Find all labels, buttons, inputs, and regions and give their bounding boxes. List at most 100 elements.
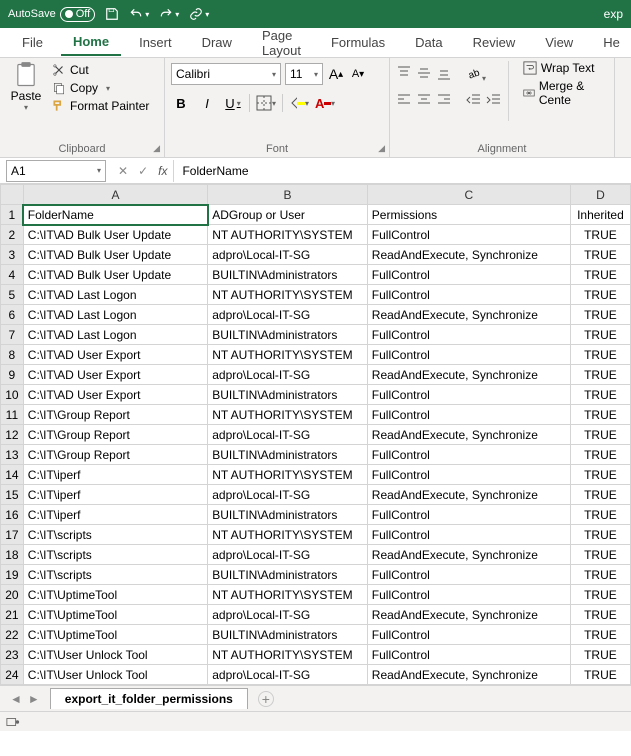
decrease-indent-button[interactable] <box>466 92 482 111</box>
italic-button[interactable]: I <box>197 93 217 113</box>
row-header[interactable]: 2 <box>1 225 24 245</box>
row-header[interactable]: 6 <box>1 305 24 325</box>
cell[interactable]: adpro\Local-IT-SG <box>208 605 368 625</box>
cell[interactable]: C:\IT\User Unlock Tool <box>23 665 207 685</box>
cell[interactable]: TRUE <box>570 445 630 465</box>
cell[interactable]: NT AUTHORITY\SYSTEM <box>208 345 368 365</box>
menu-page-layout[interactable]: Page Layout <box>250 23 313 63</box>
cell[interactable]: C:\IT\AD User Export <box>23 345 207 365</box>
paste-button[interactable]: Paste ▾ <box>6 61 46 113</box>
decrease-font-button[interactable]: A▾ <box>349 64 367 84</box>
cell[interactable]: adpro\Local-IT-SG <box>208 305 368 325</box>
cell[interactable]: FullControl <box>367 505 570 525</box>
cell[interactable]: TRUE <box>570 385 630 405</box>
cell[interactable]: TRUE <box>570 325 630 345</box>
align-bottom-button[interactable] <box>436 65 452 84</box>
menu-formulas[interactable]: Formulas <box>319 30 397 55</box>
cell[interactable]: C:\IT\AD User Export <box>23 365 207 385</box>
row-header[interactable]: 21 <box>1 605 24 625</box>
menu-insert[interactable]: Insert <box>127 30 184 55</box>
row-header[interactable]: 17 <box>1 525 24 545</box>
cell[interactable]: BUILTIN\Administrators <box>208 505 368 525</box>
cancel-formula-icon[interactable]: ✕ <box>118 164 128 178</box>
cell[interactable]: Inherited <box>570 205 630 225</box>
cell[interactable]: TRUE <box>570 585 630 605</box>
cell[interactable]: TRUE <box>570 665 630 685</box>
cell[interactable]: TRUE <box>570 625 630 645</box>
cell[interactable]: C:\IT\UptimeTool <box>23 605 207 625</box>
cell[interactable]: ReadAndExecute, Synchronize <box>367 365 570 385</box>
enter-formula-icon[interactable]: ✓ <box>138 164 148 178</box>
row-header[interactable]: 20 <box>1 585 24 605</box>
align-left-button[interactable] <box>396 92 412 111</box>
format-painter-button[interactable]: Format Painter <box>52 99 149 113</box>
cell[interactable]: TRUE <box>570 365 630 385</box>
col-header-D[interactable]: D <box>570 185 630 205</box>
cell[interactable]: C:\IT\User Unlock Tool <box>23 645 207 665</box>
cell[interactable]: NT AUTHORITY\SYSTEM <box>208 465 368 485</box>
row-header[interactable]: 22 <box>1 625 24 645</box>
cell[interactable]: BUILTIN\Administrators <box>208 625 368 645</box>
cell[interactable]: C:\IT\iperf <box>23 505 207 525</box>
row-header[interactable]: 10 <box>1 385 24 405</box>
fx-icon[interactable]: fx <box>158 164 167 178</box>
cell[interactable]: C:\IT\Group Report <box>23 425 207 445</box>
menu-data[interactable]: Data <box>403 30 454 55</box>
cell[interactable]: ReadAndExecute, Synchronize <box>367 545 570 565</box>
save-icon[interactable] <box>105 7 119 21</box>
row-header[interactable]: 11 <box>1 405 24 425</box>
row-header[interactable]: 15 <box>1 485 24 505</box>
font-launcher-icon[interactable]: ◢ <box>378 143 385 154</box>
cell[interactable]: ReadAndExecute, Synchronize <box>367 485 570 505</box>
cell[interactable]: FullControl <box>367 565 570 585</box>
cell[interactable]: NT AUTHORITY\SYSTEM <box>208 645 368 665</box>
cell[interactable]: TRUE <box>570 265 630 285</box>
increase-indent-button[interactable] <box>486 92 502 111</box>
font-color-button[interactable]: A▾ <box>315 93 335 113</box>
tab-nav-prev-icon[interactable]: ◄ <box>10 692 22 706</box>
fill-color-button[interactable]: ▾ <box>289 93 309 113</box>
underline-button[interactable]: U▾ <box>223 93 243 113</box>
cell[interactable]: FullControl <box>367 225 570 245</box>
cell[interactable]: C:\IT\Group Report <box>23 405 207 425</box>
cell[interactable]: adpro\Local-IT-SG <box>208 245 368 265</box>
cell[interactable]: TRUE <box>570 285 630 305</box>
cell[interactable]: FullControl <box>367 265 570 285</box>
undo-icon[interactable]: ▾ <box>129 7 149 21</box>
cell[interactable]: FullControl <box>367 445 570 465</box>
cell[interactable]: C:\IT\AD Last Logon <box>23 285 207 305</box>
row-header[interactable]: 8 <box>1 345 24 365</box>
cell[interactable]: adpro\Local-IT-SG <box>208 545 368 565</box>
merge-center-button[interactable]: Merge & Cente <box>523 79 608 107</box>
cell[interactable]: TRUE <box>570 305 630 325</box>
cell[interactable]: C:\IT\scripts <box>23 565 207 585</box>
tab-nav-next-icon[interactable]: ► <box>28 692 40 706</box>
row-header[interactable]: 13 <box>1 445 24 465</box>
cell[interactable]: TRUE <box>570 605 630 625</box>
cell[interactable]: NT AUTHORITY\SYSTEM <box>208 585 368 605</box>
cell[interactable]: TRUE <box>570 465 630 485</box>
cell[interactable]: TRUE <box>570 505 630 525</box>
increase-font-button[interactable]: A▴ <box>327 64 345 84</box>
col-header-C[interactable]: C <box>367 185 570 205</box>
cell[interactable]: TRUE <box>570 425 630 445</box>
clipboard-launcher-icon[interactable]: ◢ <box>153 143 160 154</box>
menu-home[interactable]: Home <box>61 29 121 56</box>
cell[interactable]: FullControl <box>367 625 570 645</box>
cell[interactable]: ADGroup or User <box>208 205 368 225</box>
cell[interactable]: ReadAndExecute, Synchronize <box>367 245 570 265</box>
cell[interactable]: C:\IT\iperf <box>23 485 207 505</box>
align-center-button[interactable] <box>416 92 432 111</box>
row-header[interactable]: 23 <box>1 645 24 665</box>
font-name-select[interactable]: Calibri▾ <box>171 63 281 85</box>
bold-button[interactable]: B <box>171 93 191 113</box>
cell[interactable]: FullControl <box>367 285 570 305</box>
row-header[interactable]: 24 <box>1 665 24 685</box>
record-macro-icon[interactable] <box>6 716 20 728</box>
cell[interactable]: BUILTIN\Administrators <box>208 265 368 285</box>
cell[interactable]: FullControl <box>367 345 570 365</box>
cell[interactable]: TRUE <box>570 645 630 665</box>
cell[interactable]: NT AUTHORITY\SYSTEM <box>208 225 368 245</box>
wrap-text-button[interactable]: Wrap Text <box>523 61 608 75</box>
sheet-tab-active[interactable]: export_it_folder_permissions <box>50 688 248 709</box>
